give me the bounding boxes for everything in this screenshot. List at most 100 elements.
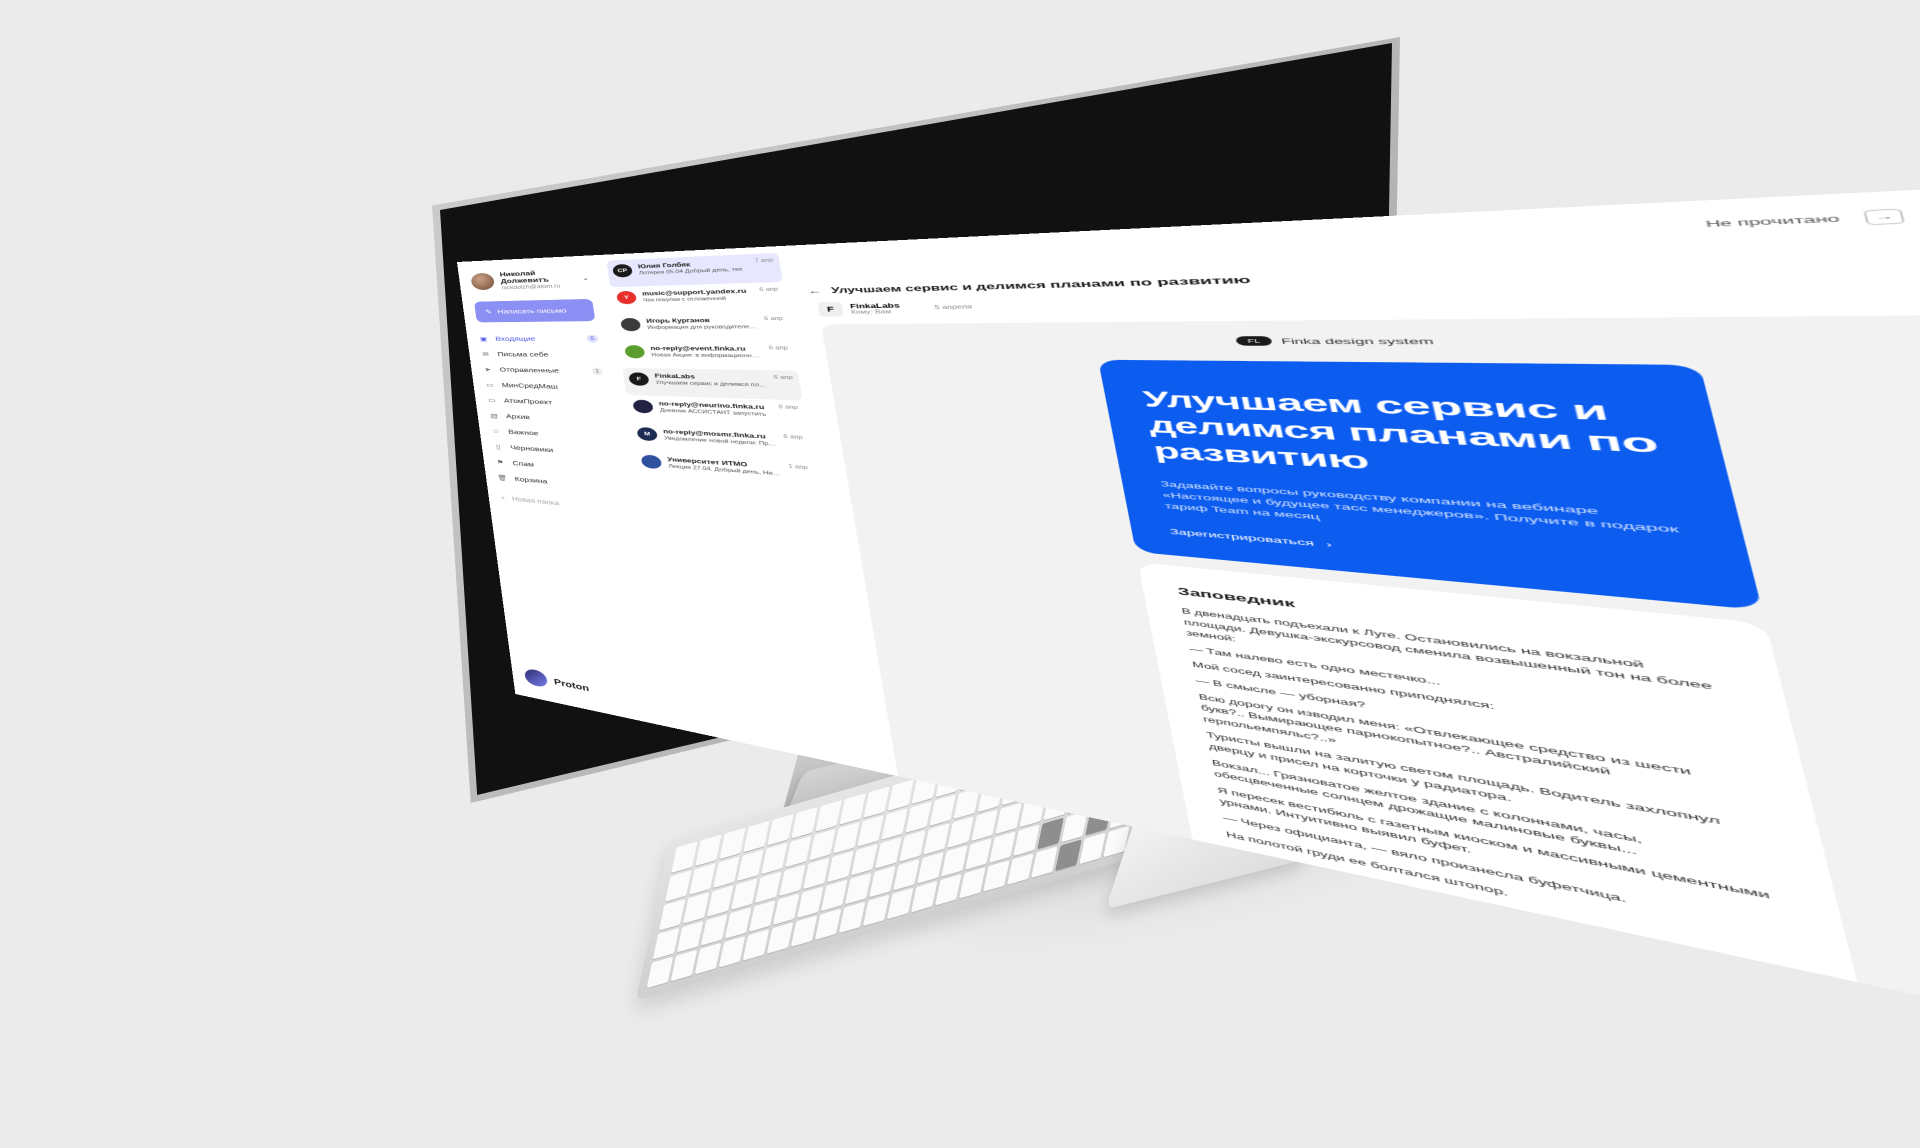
keyboard-key: [647, 957, 674, 989]
keyboard-key: [743, 821, 770, 853]
keyboard-key: [905, 801, 932, 833]
inbox-icon: ▣: [479, 336, 489, 342]
keyboard-key: [833, 822, 860, 854]
keyboard-key: [1013, 824, 1040, 856]
keyboard-key: [785, 836, 812, 868]
sender-avatar: [620, 318, 641, 331]
read-status-toggle[interactable]: Не прочитано: [1705, 214, 1841, 229]
keyboard-key: [893, 859, 920, 891]
keyboard-key: [791, 915, 818, 947]
message-item[interactable]: no-reply@event.finka.ru Новая Акция: в ин…: [618, 341, 797, 371]
message-time: 6 апр: [759, 287, 778, 293]
message-snippet: Улучшаем сервис и делимся планами: [655, 380, 768, 388]
subject-row: ← Улучшаем сервис и делимся планами по р…: [807, 274, 1252, 296]
message-snippet: Информация для руководителей и: [647, 324, 759, 330]
keyboard-key: [875, 837, 902, 869]
message-body: FL Finka design system Улучшаем сервис и…: [821, 313, 1920, 1148]
keyboard-key: [983, 860, 1010, 892]
profile[interactable]: Николай Должевитъ nickdolzh@atom.ru ⌄: [470, 267, 590, 291]
sender-avatar: [624, 345, 645, 358]
message-time: 6 апр: [769, 346, 789, 351]
message-preview: Университет ИТМО Лекция 27.04. Добрый ден…: [667, 456, 783, 477]
mail-app-screen: Николай Должевитъ nickdolzh@atom.ru ⌄ ✎ …: [457, 170, 1920, 1148]
message-preview: no-reply@event.finka.ru Новая Акция: в ин…: [650, 345, 763, 358]
sender-avatar: Y: [616, 291, 637, 304]
sidebar-item-label: Входящие: [495, 335, 536, 342]
keyboard-key: [659, 899, 686, 931]
keyboard-key: [965, 838, 992, 870]
keyboard-key: [1031, 846, 1058, 878]
keyboard-key: [731, 878, 758, 910]
sender-avatar: [632, 400, 654, 414]
keyboard-key: [1007, 853, 1034, 885]
keyboard-key: [665, 870, 692, 902]
chevron-down-icon[interactable]: ⌄: [581, 274, 589, 281]
keyboard-key: [671, 950, 698, 982]
article-card: Заповедник В двенадцать подъехали к Луге…: [1138, 562, 1893, 1120]
draft-icon: ▯: [493, 443, 503, 450]
avatar[interactable]: [470, 273, 495, 291]
keyboard-key: [995, 803, 1022, 835]
sender-avatar: F: [817, 302, 843, 317]
keyboard-key: [863, 786, 890, 818]
keyboard-key: [827, 851, 854, 883]
keyboard-key: [797, 886, 824, 918]
sidebar-item-label: Спам: [512, 459, 534, 468]
keyboard-key: [719, 828, 746, 860]
keyboard-key: [701, 914, 728, 946]
user-email: nickdolzh@atom.ru: [501, 282, 576, 290]
message-time: 6 апр: [778, 404, 798, 410]
keyboard-key: [899, 830, 926, 862]
keyboard-key: [755, 871, 782, 903]
archive-icon: ▤: [489, 412, 499, 419]
keyboard-key: [809, 829, 836, 861]
design-system-label: Finka design system: [1280, 336, 1434, 346]
keyboard-key: [839, 793, 866, 825]
keyboard-key: [653, 928, 680, 960]
sender-avatar: [641, 454, 663, 469]
keyboard-key: [857, 815, 884, 847]
message-snippet: Чек покупки с отложенной: [643, 295, 754, 302]
sender-row: F FinkaLabs Кому: Вам 5 апреля: [817, 299, 973, 316]
new-folder-label: Новая папка: [512, 495, 560, 506]
new-folder-button[interactable]: + Новая папка: [500, 494, 623, 513]
folder-icon: ▭: [485, 381, 495, 388]
star-icon: ☆: [491, 427, 501, 434]
keyboard-key: [695, 943, 722, 975]
keyboard-key: [767, 814, 794, 846]
keyboard-key: [707, 885, 734, 917]
keyboard-key: [989, 831, 1016, 863]
brand-name: Proton: [553, 677, 589, 693]
keyboard-key: [725, 907, 752, 939]
sidebar-item[interactable]: ▣ Входящие 5: [478, 331, 599, 347]
message-item[interactable]: Игорь Курганов Информация для руководител…: [614, 311, 792, 341]
message-subject: Улучшаем сервис и делимся планами по раз…: [830, 274, 1251, 295]
sidebar-item-label: АтомПроект: [503, 397, 552, 406]
keyboard-key: [749, 900, 776, 932]
sidebar-item[interactable]: ✉ Письма себе: [480, 346, 601, 363]
message-preview: Юлия Голбяк Лотерея 05.04 Добрый день, те…: [638, 259, 750, 276]
sidebar-item-label: Черновики: [510, 444, 554, 454]
keyboard-key: [695, 835, 722, 867]
sender-avatar: M: [636, 427, 658, 441]
keyboard-key: [947, 816, 974, 848]
back-arrow-icon[interactable]: ←: [807, 286, 823, 296]
keyboard-key: [845, 873, 872, 905]
sidebar-item-label: Корзина: [514, 475, 548, 485]
message-preview: Игорь Курганов Информация для руководител…: [646, 316, 759, 330]
message-item[interactable]: Ymusic@support.yandex.ru Чек покупки с от…: [610, 282, 787, 314]
finka-logo-icon: FL: [1235, 336, 1272, 346]
trash-icon: 🗑: [498, 474, 508, 481]
message-snippet: Новая Акция: в информационной с: [651, 353, 763, 359]
keyboard-key: [815, 908, 842, 940]
hero-title: Улучшаем сервис и делимся планами по раз…: [1141, 387, 1673, 492]
forward-icon[interactable]: →: [1863, 209, 1905, 225]
unread-count-badge: 5: [586, 335, 598, 343]
keyboard-key: [737, 850, 764, 882]
compose-button[interactable]: ✎ Написать письмо: [474, 299, 595, 323]
message-preview: no-reply@mosmr.finka.ru Уведомление новой…: [663, 428, 778, 447]
message-time: 6 апр: [764, 316, 784, 321]
sender-name[interactable]: FinkaLabs: [849, 302, 900, 310]
folder-icon: ▭: [487, 397, 497, 404]
keyboard-key: [935, 874, 962, 906]
